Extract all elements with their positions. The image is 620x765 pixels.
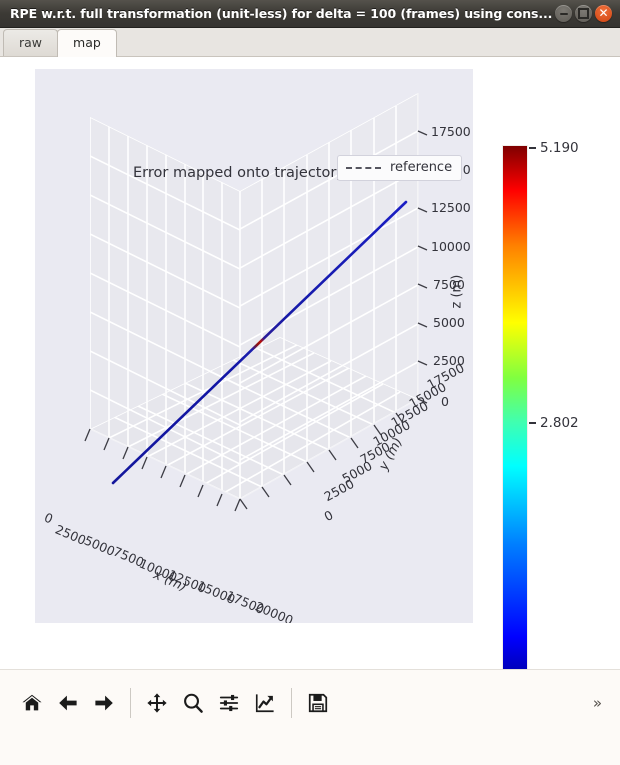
home-button[interactable] bbox=[14, 685, 50, 721]
floppy-save-icon bbox=[308, 693, 328, 712]
page-title: Error mapped onto trajectory bbox=[133, 165, 345, 181]
home-icon bbox=[22, 694, 42, 710]
colorbar-tick-mark bbox=[529, 147, 536, 149]
legend-entry-reference: reference bbox=[390, 160, 453, 175]
arrow-right-icon bbox=[95, 695, 113, 710]
toolbar-separator-1 bbox=[130, 687, 131, 718]
minimize-button[interactable] bbox=[555, 5, 572, 22]
minimize-icon bbox=[559, 12, 568, 15]
z-tick-label: 10000 bbox=[431, 239, 471, 254]
tab-raw[interactable]: raw bbox=[3, 29, 59, 56]
customize-button[interactable] bbox=[247, 685, 283, 721]
forward-button[interactable] bbox=[86, 685, 122, 721]
z-tick-label: 17500 bbox=[431, 124, 471, 139]
colorbar-tick-max: 5.190 bbox=[529, 140, 579, 156]
tab-map[interactable]: map bbox=[57, 29, 117, 57]
z-tick-label: 12500 bbox=[431, 200, 471, 215]
maximize-button[interactable] bbox=[575, 5, 592, 22]
legend[interactable]: reference bbox=[337, 155, 463, 181]
legend-dashed-line-icon bbox=[346, 166, 381, 169]
pan-button[interactable] bbox=[139, 685, 175, 721]
matplotlib-toolbar: » bbox=[0, 669, 620, 735]
close-icon: ✕ bbox=[598, 6, 609, 20]
chart-line-icon bbox=[255, 693, 274, 712]
arrow-left-icon bbox=[59, 695, 77, 710]
z-axis-label: z (m) bbox=[449, 274, 465, 309]
axes-3d[interactable]: 17500 15000 12500 10000 7500 5000 2500 0… bbox=[35, 69, 473, 623]
toolbar-separator-2 bbox=[291, 687, 292, 718]
colorbar bbox=[502, 145, 528, 669]
toolbar-overflow-button[interactable]: » bbox=[587, 690, 608, 716]
back-button[interactable] bbox=[50, 685, 86, 721]
subplots-button[interactable] bbox=[211, 685, 247, 721]
sliders-icon bbox=[219, 694, 239, 711]
tab-bar: raw map bbox=[0, 28, 620, 57]
colorbar-tick-mark bbox=[529, 422, 536, 424]
colorbar-tick-mid: 2.802 bbox=[529, 415, 579, 431]
move-icon bbox=[147, 692, 167, 713]
colorbar-tick-label: 2.802 bbox=[540, 415, 579, 431]
figure-canvas[interactable]: 17500 15000 12500 10000 7500 5000 2500 0… bbox=[0, 57, 620, 669]
z-tick-label: 5000 bbox=[433, 315, 465, 330]
window-titlebar: RPE w.r.t. full transformation (unit-les… bbox=[0, 0, 620, 28]
status-line bbox=[0, 735, 620, 765]
matplotlib-figure: 17500 15000 12500 10000 7500 5000 2500 0… bbox=[0, 57, 620, 669]
window-title: RPE w.r.t. full transformation (unit-les… bbox=[10, 6, 553, 21]
save-button[interactable] bbox=[300, 685, 336, 721]
window-controls: ✕ bbox=[555, 5, 614, 22]
maximize-icon bbox=[578, 8, 589, 19]
magnifier-icon bbox=[184, 693, 203, 713]
colorbar-tick-label: 5.190 bbox=[540, 140, 579, 156]
z-tick-label: 0 bbox=[441, 394, 449, 409]
close-button[interactable]: ✕ bbox=[595, 5, 612, 22]
zoom-button[interactable] bbox=[175, 685, 211, 721]
